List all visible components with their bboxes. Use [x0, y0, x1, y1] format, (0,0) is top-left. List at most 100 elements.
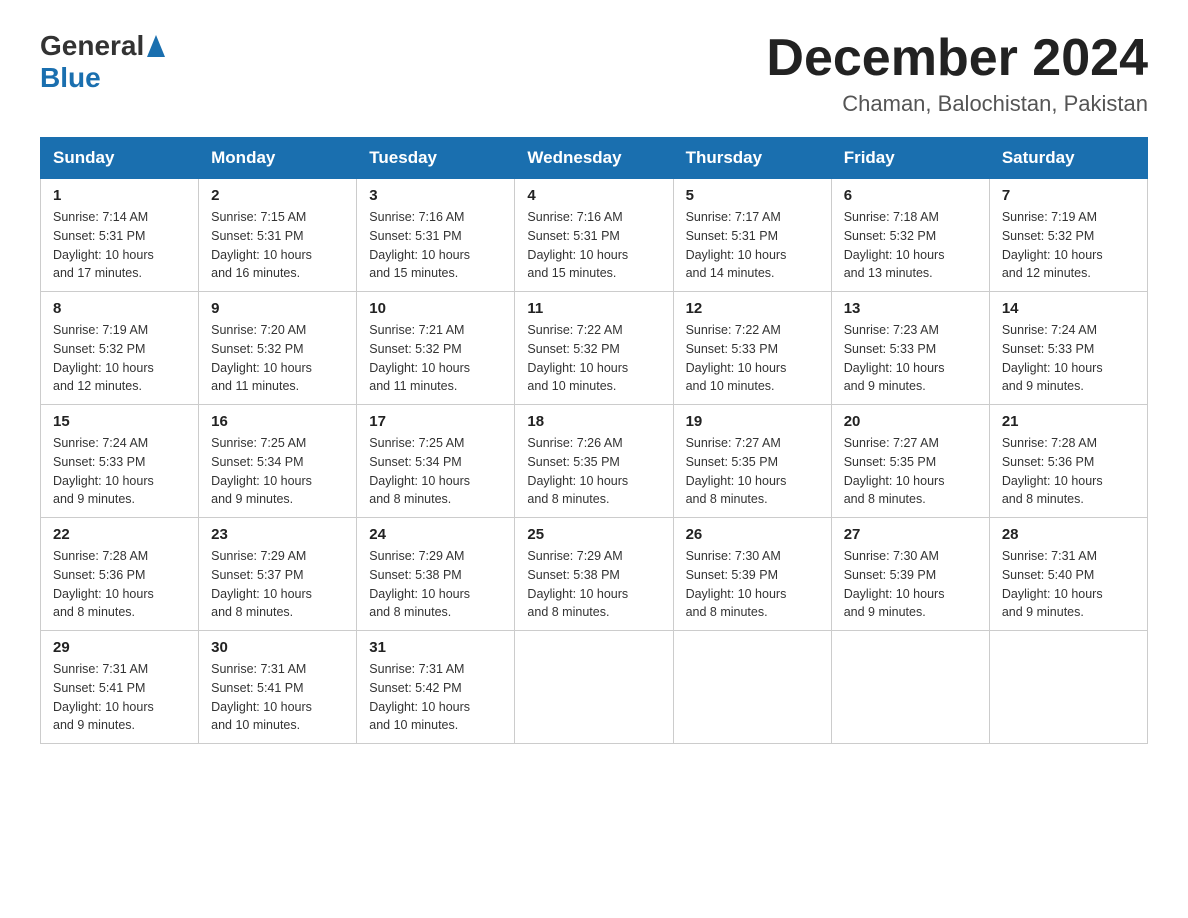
day-number: 31: [369, 639, 502, 656]
day-info: Sunrise: 7:29 AMSunset: 5:38 PMDaylight:…: [527, 547, 660, 622]
day-info: Sunrise: 7:15 AMSunset: 5:31 PMDaylight:…: [211, 208, 344, 283]
calendar-table: Sunday Monday Tuesday Wednesday Thursday…: [40, 137, 1148, 744]
day-number: 9: [211, 300, 344, 317]
calendar-header-row: Sunday Monday Tuesday Wednesday Thursday…: [41, 138, 1148, 179]
col-thursday: Thursday: [673, 138, 831, 179]
day-number: 10: [369, 300, 502, 317]
day-info: Sunrise: 7:18 AMSunset: 5:32 PMDaylight:…: [844, 208, 977, 283]
calendar-cell: 7 Sunrise: 7:19 AMSunset: 5:32 PMDaylight…: [989, 179, 1147, 292]
calendar-cell: 30 Sunrise: 7:31 AMSunset: 5:41 PMDayligh…: [199, 631, 357, 744]
day-number: 24: [369, 526, 502, 543]
calendar-cell: [989, 631, 1147, 744]
day-number: 26: [686, 526, 819, 543]
calendar-cell: 18Sunrise: 7:26 AMSunset: 5:35 PMDayligh…: [515, 405, 673, 518]
calendar-cell: 8 Sunrise: 7:19 AMSunset: 5:32 PMDaylight…: [41, 292, 199, 405]
day-number: 3: [369, 187, 502, 204]
day-info: Sunrise: 7:20 AMSunset: 5:32 PMDaylight:…: [211, 321, 344, 396]
calendar-cell: 15 Sunrise: 7:24 AMSunset: 5:33 PMDayligh…: [41, 405, 199, 518]
logo: General Blue: [40, 30, 165, 94]
day-number: 25: [527, 526, 660, 543]
day-number: 23: [211, 526, 344, 543]
day-info: Sunrise: 7:30 AMSunset: 5:39 PMDaylight:…: [686, 547, 819, 622]
day-number: 6: [844, 187, 977, 204]
calendar-cell: 29 Sunrise: 7:31 AMSunset: 5:41 PMDayligh…: [41, 631, 199, 744]
month-year-title: December 2024: [766, 30, 1148, 87]
day-info: Sunrise: 7:22 AMSunset: 5:33 PMDaylight:…: [686, 321, 819, 396]
day-info: Sunrise: 7:29 AMSunset: 5:37 PMDaylight:…: [211, 547, 344, 622]
day-number: 8: [53, 300, 186, 317]
day-info: Sunrise: 7:31 AMSunset: 5:41 PMDaylight:…: [53, 660, 186, 735]
col-monday: Monday: [199, 138, 357, 179]
calendar-cell: 22Sunrise: 7:28 AMSunset: 5:36 PMDayligh…: [41, 518, 199, 631]
day-info: Sunrise: 7:14 AMSunset: 5:31 PMDaylight:…: [53, 208, 186, 283]
col-sunday: Sunday: [41, 138, 199, 179]
calendar-cell: 2 Sunrise: 7:15 AMSunset: 5:31 PMDaylight…: [199, 179, 357, 292]
calendar-cell: 17 Sunrise: 7:25 AMSunset: 5:34 PMDayligh…: [357, 405, 515, 518]
logo-text-general: General: [40, 30, 144, 62]
calendar-week-row: 15 Sunrise: 7:24 AMSunset: 5:33 PMDayligh…: [41, 405, 1148, 518]
day-info: Sunrise: 7:17 AMSunset: 5:31 PMDaylight:…: [686, 208, 819, 283]
col-wednesday: Wednesday: [515, 138, 673, 179]
day-info: Sunrise: 7:25 AMSunset: 5:34 PMDaylight:…: [211, 434, 344, 509]
day-number: 12: [686, 300, 819, 317]
calendar-cell: 19 Sunrise: 7:27 AMSunset: 5:35 PMDayligh…: [673, 405, 831, 518]
day-number: 1: [53, 187, 186, 204]
day-info: Sunrise: 7:31 AMSunset: 5:40 PMDaylight:…: [1002, 547, 1135, 622]
calendar-cell: 14Sunrise: 7:24 AMSunset: 5:33 PMDayligh…: [989, 292, 1147, 405]
day-number: 27: [844, 526, 977, 543]
day-number: 15: [53, 413, 186, 430]
day-info: Sunrise: 7:24 AMSunset: 5:33 PMDaylight:…: [53, 434, 186, 509]
day-number: 17: [369, 413, 502, 430]
calendar-cell: [673, 631, 831, 744]
day-info: Sunrise: 7:28 AMSunset: 5:36 PMDaylight:…: [53, 547, 186, 622]
day-info: Sunrise: 7:16 AMSunset: 5:31 PMDaylight:…: [527, 208, 660, 283]
calendar-week-row: 1 Sunrise: 7:14 AMSunset: 5:31 PMDaylight…: [41, 179, 1148, 292]
col-saturday: Saturday: [989, 138, 1147, 179]
calendar-week-row: 22Sunrise: 7:28 AMSunset: 5:36 PMDayligh…: [41, 518, 1148, 631]
day-number: 2: [211, 187, 344, 204]
day-info: Sunrise: 7:30 AMSunset: 5:39 PMDaylight:…: [844, 547, 977, 622]
day-info: Sunrise: 7:27 AMSunset: 5:35 PMDaylight:…: [686, 434, 819, 509]
calendar-cell: 4 Sunrise: 7:16 AMSunset: 5:31 PMDaylight…: [515, 179, 673, 292]
day-info: Sunrise: 7:31 AMSunset: 5:42 PMDaylight:…: [369, 660, 502, 735]
calendar-cell: [515, 631, 673, 744]
day-info: Sunrise: 7:19 AMSunset: 5:32 PMDaylight:…: [1002, 208, 1135, 283]
day-info: Sunrise: 7:28 AMSunset: 5:36 PMDaylight:…: [1002, 434, 1135, 509]
calendar-cell: 23 Sunrise: 7:29 AMSunset: 5:37 PMDayligh…: [199, 518, 357, 631]
logo-triangle-icon: [147, 35, 165, 57]
calendar-cell: 24 Sunrise: 7:29 AMSunset: 5:38 PMDayligh…: [357, 518, 515, 631]
calendar-cell: 28Sunrise: 7:31 AMSunset: 5:40 PMDayligh…: [989, 518, 1147, 631]
day-info: Sunrise: 7:19 AMSunset: 5:32 PMDaylight:…: [53, 321, 186, 396]
day-number: 21: [1002, 413, 1135, 430]
day-number: 19: [686, 413, 819, 430]
day-info: Sunrise: 7:31 AMSunset: 5:41 PMDaylight:…: [211, 660, 344, 735]
day-number: 29: [53, 639, 186, 656]
day-info: Sunrise: 7:24 AMSunset: 5:33 PMDaylight:…: [1002, 321, 1135, 396]
day-number: 20: [844, 413, 977, 430]
calendar-cell: 5 Sunrise: 7:17 AMSunset: 5:31 PMDaylight…: [673, 179, 831, 292]
day-info: Sunrise: 7:27 AMSunset: 5:35 PMDaylight:…: [844, 434, 977, 509]
title-block: December 2024 Chaman, Balochistan, Pakis…: [766, 30, 1148, 117]
calendar-cell: [831, 631, 989, 744]
day-number: 5: [686, 187, 819, 204]
calendar-cell: 6 Sunrise: 7:18 AMSunset: 5:32 PMDaylight…: [831, 179, 989, 292]
day-info: Sunrise: 7:29 AMSunset: 5:38 PMDaylight:…: [369, 547, 502, 622]
calendar-cell: 26 Sunrise: 7:30 AMSunset: 5:39 PMDayligh…: [673, 518, 831, 631]
calendar-cell: 21 Sunrise: 7:28 AMSunset: 5:36 PMDayligh…: [989, 405, 1147, 518]
day-number: 4: [527, 187, 660, 204]
day-number: 16: [211, 413, 344, 430]
day-info: Sunrise: 7:25 AMSunset: 5:34 PMDaylight:…: [369, 434, 502, 509]
day-info: Sunrise: 7:16 AMSunset: 5:31 PMDaylight:…: [369, 208, 502, 283]
calendar-cell: 12 Sunrise: 7:22 AMSunset: 5:33 PMDayligh…: [673, 292, 831, 405]
calendar-cell: 25 Sunrise: 7:29 AMSunset: 5:38 PMDayligh…: [515, 518, 673, 631]
day-info: Sunrise: 7:26 AMSunset: 5:35 PMDaylight:…: [527, 434, 660, 509]
location-subtitle: Chaman, Balochistan, Pakistan: [766, 91, 1148, 117]
col-tuesday: Tuesday: [357, 138, 515, 179]
day-info: Sunrise: 7:22 AMSunset: 5:32 PMDaylight:…: [527, 321, 660, 396]
day-number: 7: [1002, 187, 1135, 204]
day-number: 30: [211, 639, 344, 656]
calendar-cell: 3 Sunrise: 7:16 AMSunset: 5:31 PMDaylight…: [357, 179, 515, 292]
calendar-cell: 27 Sunrise: 7:30 AMSunset: 5:39 PMDayligh…: [831, 518, 989, 631]
calendar-cell: 20 Sunrise: 7:27 AMSunset: 5:35 PMDayligh…: [831, 405, 989, 518]
calendar-cell: 31 Sunrise: 7:31 AMSunset: 5:42 PMDayligh…: [357, 631, 515, 744]
